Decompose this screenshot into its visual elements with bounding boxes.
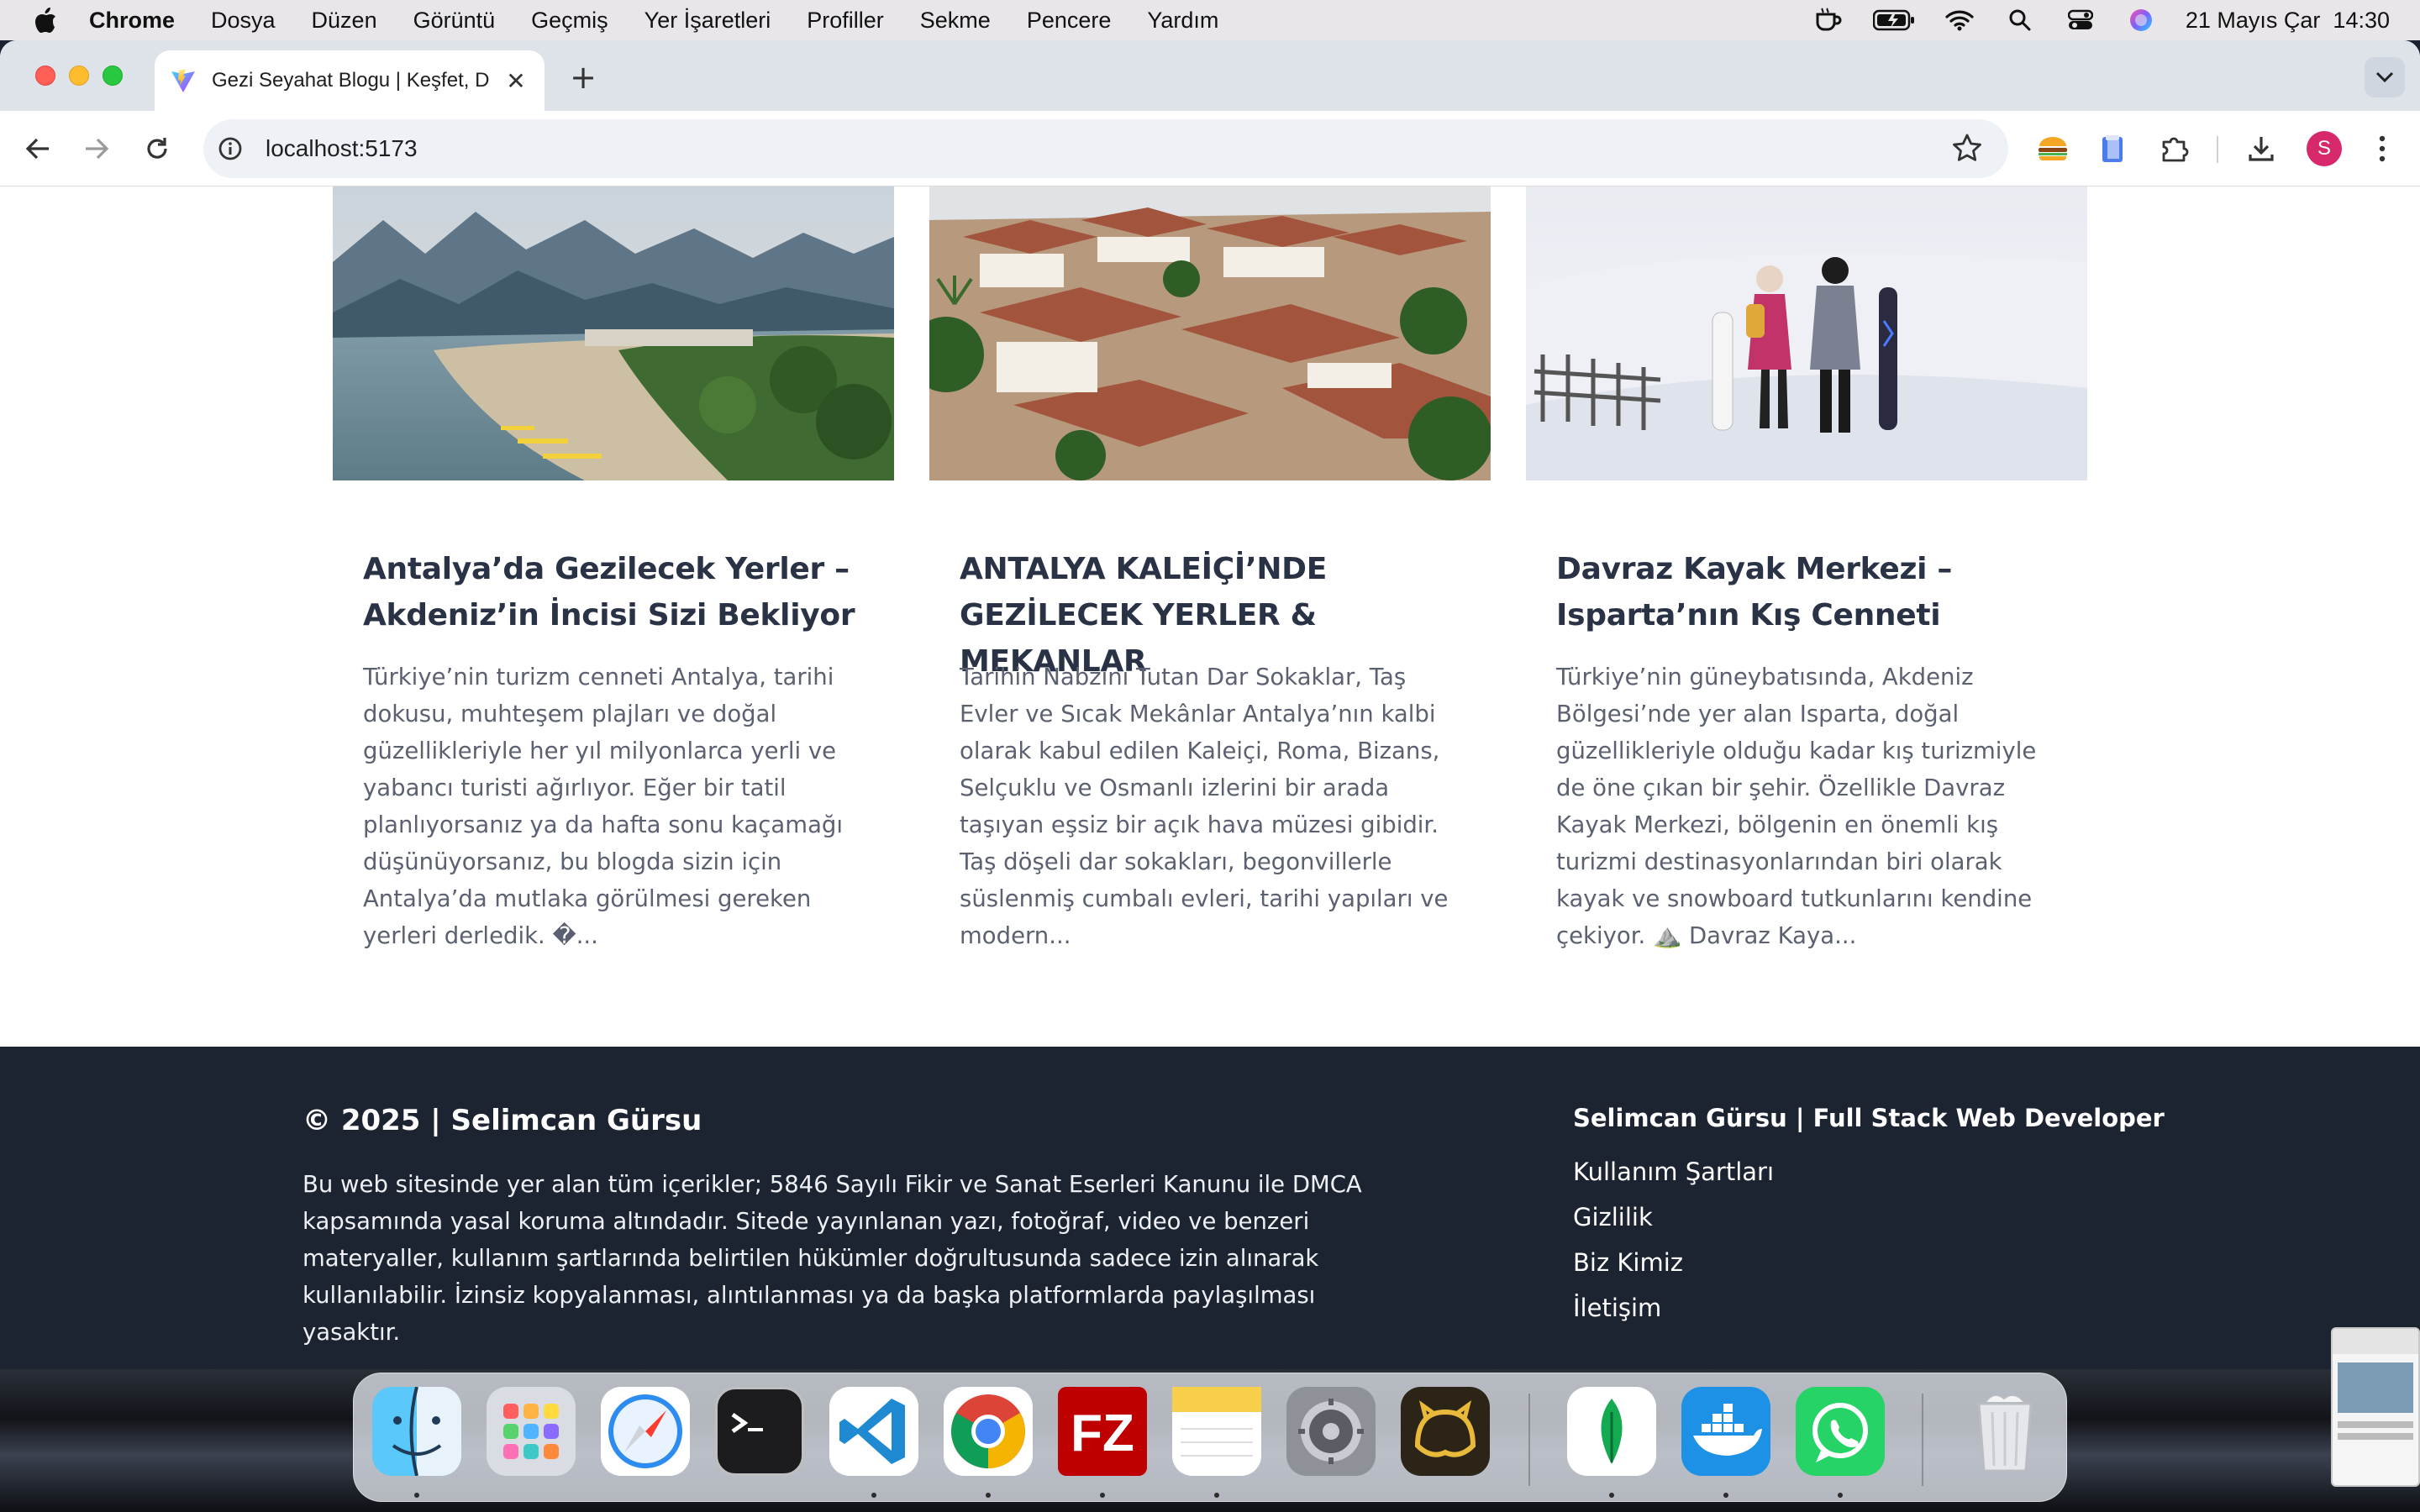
- safari-icon[interactable]: [601, 1387, 690, 1476]
- blog-card[interactable]: Davraz Kayak Merkezi – Isparta’nın Kış C…: [1526, 186, 2087, 949]
- running-indicator: [414, 1493, 419, 1498]
- forward-button[interactable]: [77, 129, 116, 168]
- downloads-button[interactable]: [2242, 129, 2281, 168]
- svg-text:FZ: FZ: [1071, 1404, 1134, 1462]
- chevron-down-icon: [2375, 71, 2394, 83]
- arrow-left-icon: [25, 138, 49, 160]
- running-indicator: [1609, 1493, 1614, 1498]
- system-settings-icon[interactable]: [1286, 1387, 1376, 1476]
- page-content: Antalya’da Gezilecek Yerler – Akdeniz’in…: [0, 186, 2420, 1369]
- macos-menu-bar: Chrome Dosya Düzen Görüntü Geçmiş Yer İş…: [0, 0, 2420, 40]
- battery-icon[interactable]: [1872, 8, 1915, 33]
- menu-history[interactable]: Geçmiş: [531, 8, 608, 34]
- download-icon: [2249, 137, 2274, 161]
- site-footer: © 2025 | Selimcan Gürsu Bu web sitesinde…: [0, 1047, 2420, 1369]
- menu-file[interactable]: Dosya: [211, 8, 276, 34]
- tab-title: Gezi Seyahat Blogu | Keşfet, D: [212, 69, 489, 92]
- reload-button[interactable]: [138, 129, 176, 168]
- arrow-right-icon: [86, 138, 109, 160]
- chrome-icon[interactable]: [944, 1387, 1033, 1476]
- apple-icon[interactable]: [30, 5, 60, 35]
- profile-avatar[interactable]: S: [2307, 131, 2342, 166]
- blog-card[interactable]: Antalya’da Gezilecek Yerler – Akdeniz’in…: [333, 186, 894, 949]
- vscode-icon[interactable]: [829, 1387, 918, 1476]
- whatsapp-icon[interactable]: [1796, 1387, 1885, 1476]
- browser-toolbar: localhost:5173 S: [0, 111, 2420, 186]
- chrome-menu-button[interactable]: [2363, 129, 2402, 168]
- footer-link-about[interactable]: Biz Kimiz: [1573, 1240, 2165, 1285]
- search-icon[interactable]: [2004, 8, 2036, 33]
- screenshot-preview-thumbnail[interactable]: [2331, 1327, 2420, 1487]
- post-excerpt: Türkiye’nin turizm cenneti Antalya, tari…: [363, 664, 844, 949]
- post-image-kaleici-rooftops[interactable]: [929, 186, 1491, 480]
- tab-active[interactable]: Gezi Seyahat Blogu | Keşfet, D ✕: [155, 50, 544, 111]
- menu-help[interactable]: Yardım: [1147, 8, 1218, 34]
- macos-dock: FZ: [353, 1373, 2067, 1502]
- bookmark-star-icon[interactable]: [1951, 133, 1983, 165]
- terminal-icon[interactable]: [715, 1387, 804, 1476]
- vite-favicon-icon: [171, 69, 195, 92]
- running-indicator: [1214, 1493, 1219, 1498]
- menu-view[interactable]: Görüntü: [413, 8, 496, 34]
- menu-app-name[interactable]: Chrome: [89, 8, 175, 34]
- post-excerpt: Tarihin Nabzını Tutan Dar Sokaklar, Taş …: [960, 664, 1449, 949]
- post-image-davraz-snow[interactable]: [1526, 186, 2087, 480]
- running-indicator: [871, 1493, 876, 1498]
- zoom-window-button[interactable]: [103, 66, 123, 86]
- footer-legal-notice: Bu web sitesinde yer alan tüm içerikler;…: [302, 1171, 1362, 1346]
- browser-window: Gezi Seyahat Blogu | Keşfet, D ✕ + local…: [0, 40, 2420, 1369]
- post-excerpt: Türkiye’nin güneybatısında, Akdeniz Bölg…: [1556, 664, 2037, 949]
- footer-link-privacy[interactable]: Gizlilik: [1573, 1194, 2165, 1240]
- mongodb-compass-icon[interactable]: [1567, 1387, 1656, 1476]
- finder-icon[interactable]: [372, 1386, 461, 1477]
- wifi-icon[interactable]: [1944, 8, 1975, 33]
- extensions-puzzle-icon[interactable]: [2154, 129, 2193, 168]
- notes-icon[interactable]: [1172, 1387, 1261, 1476]
- menu-profiles[interactable]: Profiller: [807, 8, 884, 34]
- minimize-window-button[interactable]: [69, 66, 89, 86]
- menu-tab[interactable]: Sekme: [920, 8, 991, 34]
- docker-icon[interactable]: [1681, 1387, 1770, 1476]
- toolbar-divider: [2217, 136, 2218, 163]
- post-image-antalya-coast[interactable]: [333, 186, 894, 480]
- reload-icon: [147, 138, 167, 159]
- menu-clock[interactable]: 21 Mayıs Çar 14:30: [2186, 8, 2390, 34]
- tab-search-button[interactable]: [2365, 57, 2405, 97]
- kebab-menu-icon: [2379, 135, 2386, 162]
- menu-bookmarks[interactable]: Yer İşaretleri: [644, 8, 771, 34]
- tab-strip: Gezi Seyahat Blogu | Keşfet, D ✕ +: [0, 40, 2420, 111]
- url-text[interactable]: localhost:5173: [266, 135, 418, 162]
- launchpad-icon[interactable]: [487, 1387, 576, 1476]
- new-tab-button[interactable]: +: [565, 59, 602, 96]
- close-tab-icon[interactable]: ✕: [502, 67, 529, 95]
- post-title[interactable]: Davraz Kayak Merkezi – Isparta’nın Kış C…: [1556, 546, 2060, 638]
- footer-copyright: © 2025 | Selimcan Gürsu: [302, 1104, 702, 1137]
- footer-brand: Selimcan Gürsu | Full Stack Web Develope…: [1573, 1104, 2165, 1132]
- navicat-icon[interactable]: [1401, 1387, 1490, 1476]
- coffee-cup-icon[interactable]: [1812, 8, 1844, 33]
- dock-separator: [1528, 1394, 1530, 1486]
- running-indicator: [1100, 1493, 1105, 1498]
- footer-links-column: Selimcan Gürsu | Full Stack Web Develope…: [1573, 1104, 2165, 1331]
- footer-link-terms[interactable]: Kullanım Şartları: [1573, 1149, 2165, 1194]
- running-indicator: [1838, 1493, 1843, 1498]
- siri-icon[interactable]: [2125, 8, 2157, 33]
- dock-separator: [1922, 1394, 1923, 1486]
- filezilla-icon[interactable]: FZ: [1058, 1387, 1147, 1476]
- extension-burger-icon[interactable]: [2033, 129, 2072, 168]
- menu-edit[interactable]: Düzen: [312, 8, 377, 34]
- running-indicator: [986, 1493, 991, 1498]
- post-title[interactable]: Antalya’da Gezilecek Yerler – Akdeniz’in…: [363, 546, 867, 638]
- site-info-icon[interactable]: [215, 134, 245, 164]
- close-window-button[interactable]: [35, 66, 55, 86]
- address-bar[interactable]: localhost:5173: [203, 119, 2008, 178]
- back-button[interactable]: [18, 129, 57, 168]
- extension-clipboard-icon[interactable]: [2094, 129, 2133, 168]
- trash-icon[interactable]: [1960, 1387, 2049, 1476]
- blog-card[interactable]: ANTALYA KALEİÇİ’NDE GEZİLECEK YERLER & M…: [929, 186, 1491, 949]
- menu-window[interactable]: Pencere: [1027, 8, 1112, 34]
- running-indicator: [1723, 1493, 1728, 1498]
- footer-link-contact[interactable]: İletişim: [1573, 1285, 2165, 1331]
- control-center-icon[interactable]: [2065, 8, 2096, 33]
